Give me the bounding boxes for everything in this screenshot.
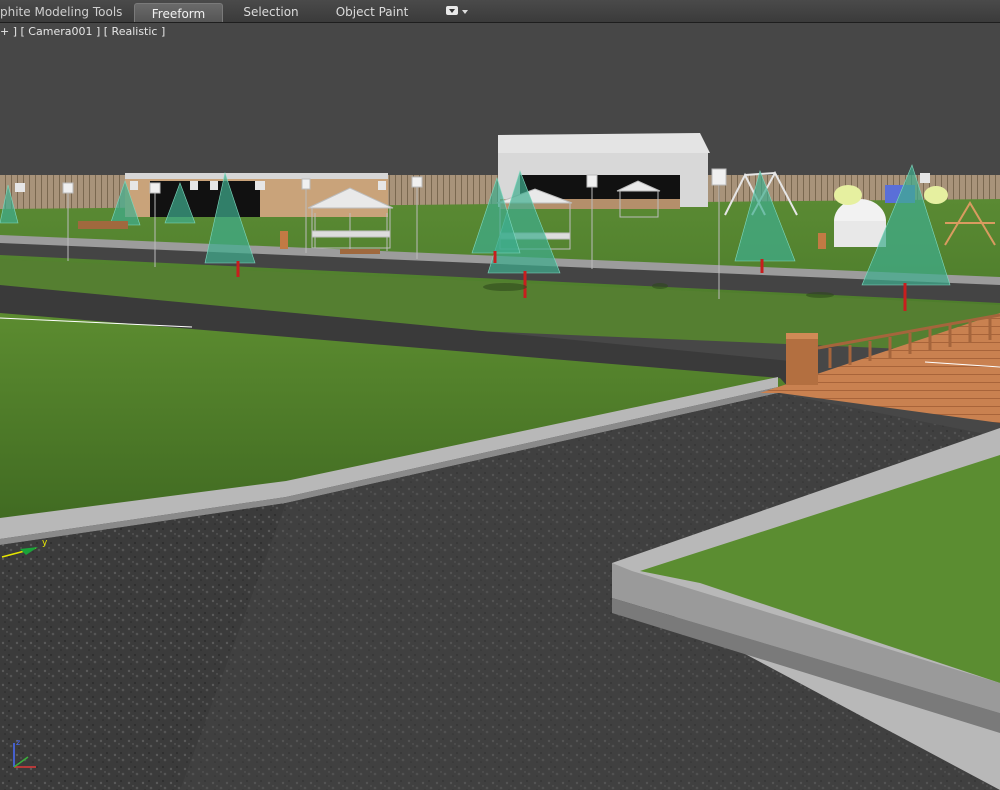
graphite-modeling-tools-tab[interactable]: phite Modeling Tools — [0, 2, 122, 22]
transform-gizmo[interactable]: y — [0, 535, 60, 565]
3d-scene-render — [0, 23, 1000, 790]
dropdown-menu-icon — [446, 6, 458, 15]
chevron-down-icon — [462, 10, 468, 14]
camera-viewport[interactable]: + ] [ Camera001 ] [ Realistic ] y z — [0, 23, 1000, 790]
viewport-label: + ] [ Camera001 ] [ Realistic ] — [0, 25, 165, 38]
viewport-general-menu[interactable]: + ] — [0, 25, 17, 38]
ribbon-options-dropdown[interactable] — [446, 5, 472, 18]
gizmo-axis-label: y — [42, 538, 48, 548]
ribbon-tab-bar: phite Modeling Tools Freeform Selection … — [0, 0, 1000, 23]
viewport-shading-menu[interactable]: [ Realistic ] — [104, 25, 166, 38]
viewport-camera-menu[interactable]: [ Camera001 ] — [21, 25, 101, 38]
tab-object-paint[interactable]: Object Paint — [326, 2, 418, 22]
tab-selection[interactable]: Selection — [232, 2, 310, 22]
tripod-axis-label: z — [16, 738, 20, 747]
tab-freeform[interactable]: Freeform — [134, 3, 223, 22]
axis-tripod: z — [13, 738, 36, 768]
